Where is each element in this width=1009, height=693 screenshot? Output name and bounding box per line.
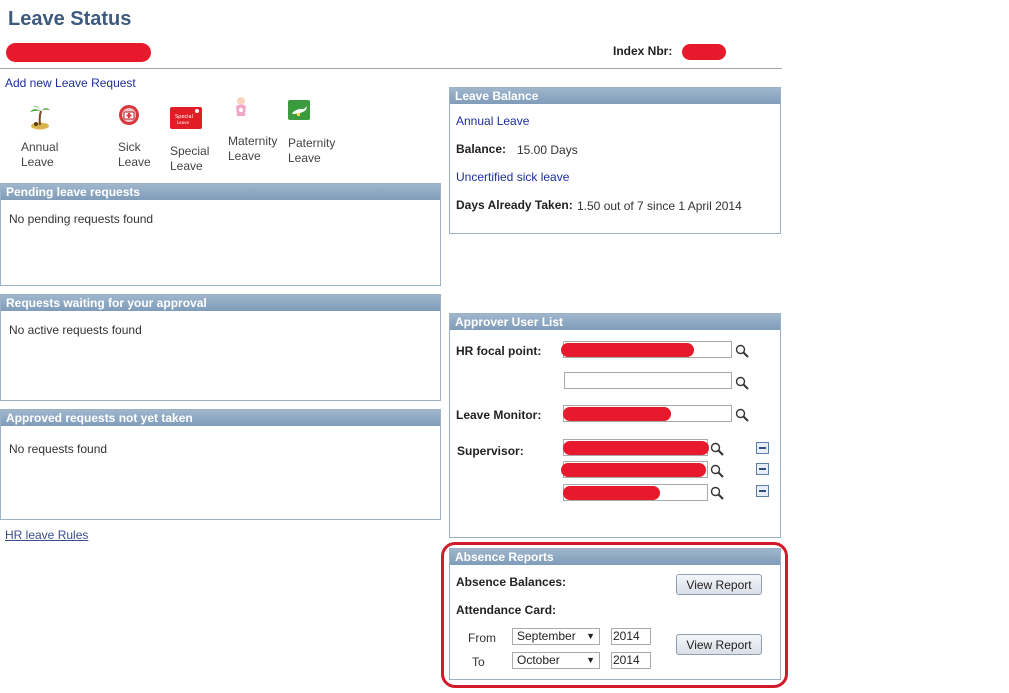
approved-requests-header: Approved requests not yet taken [1, 410, 440, 426]
search-icon[interactable] [735, 408, 749, 422]
supervisor-input-3[interactable] [563, 484, 708, 501]
svg-text:Leave: Leave [177, 120, 189, 125]
special-leave-label: Special Leave [170, 144, 210, 173]
redacted-name [563, 486, 660, 500]
pending-requests-panel: Pending leave requests No pending reques… [0, 183, 441, 286]
attendance-card-label: Attendance Card: [456, 603, 557, 617]
maternity-leave-label: Maternity Leave [228, 134, 278, 163]
search-icon[interactable] [735, 344, 749, 358]
pending-requests-empty: No pending requests found [9, 212, 154, 226]
leave-balance-panel: Leave Balance Annual Leave Balance: 15.0… [449, 87, 781, 234]
leave-balance-header: Leave Balance [450, 88, 780, 104]
annual-leave-label: Annual Leave [21, 140, 59, 169]
index-number-redacted [682, 44, 726, 60]
leave-monitor-label: Leave Monitor: [456, 408, 542, 422]
search-icon[interactable] [735, 376, 749, 390]
first-aid-icon [119, 105, 139, 125]
from-label: From [468, 631, 496, 645]
page-title: Leave Status [8, 8, 132, 30]
leave-type-annual[interactable]: Annual Leave [20, 104, 80, 170]
waiting-approval-header: Requests waiting for your approval [1, 295, 440, 311]
paternity-leave-label: Paternity Leave [288, 136, 336, 165]
days-taken-value: 1.50 out of 7 since 1 April 2014 [577, 199, 742, 213]
to-month-select[interactable]: October ▼ [512, 652, 600, 669]
redacted-name [563, 407, 671, 421]
redacted-name [563, 441, 709, 455]
pending-requests-header: Pending leave requests [1, 184, 440, 200]
index-number-label: Index Nbr: [613, 44, 673, 58]
hr-leave-rules-link[interactable]: HR leave Rules [5, 528, 88, 542]
to-label: To [472, 655, 485, 669]
stork-icon [288, 100, 310, 120]
annual-leave-title: Annual Leave [456, 114, 530, 128]
hr-focal-point-input-2[interactable] [564, 372, 732, 389]
leave-monitor-input[interactable] [563, 405, 732, 422]
absence-reports-panel: Absence Reports Absence Balances: View R… [449, 548, 781, 680]
dropdown-arrow-icon: ▼ [586, 655, 595, 665]
header-divider [0, 68, 782, 69]
dropdown-arrow-icon: ▼ [586, 631, 595, 641]
remove-supervisor-button[interactable] [756, 485, 769, 497]
special-leave-card-icon: Special Leave [170, 107, 202, 129]
search-icon[interactable] [710, 442, 724, 456]
balance-value: 15.00 Days [517, 143, 578, 157]
supervisor-input-2[interactable] [561, 461, 708, 478]
absence-reports-header: Absence Reports [450, 549, 780, 565]
from-month-select[interactable]: September ▼ [512, 628, 600, 645]
palm-island-icon [30, 105, 50, 130]
hr-focal-point-input-1[interactable] [561, 341, 732, 358]
remove-supervisor-button[interactable] [756, 463, 769, 475]
waiting-approval-panel: Requests waiting for your approval No ac… [0, 294, 441, 401]
baby-icon [236, 97, 246, 116]
redacted-name [561, 343, 694, 357]
absence-balances-label: Absence Balances: [456, 575, 567, 589]
approver-list-header: Approver User List [450, 314, 780, 330]
to-year-input[interactable]: 2014 [611, 652, 651, 669]
leave-type-paternity[interactable]: Paternity Leave [287, 100, 347, 166]
supervisor-label: Supervisor: [457, 444, 524, 458]
search-icon[interactable] [710, 464, 724, 478]
from-year-input[interactable]: 2014 [611, 628, 651, 645]
employee-name-redacted [6, 43, 151, 62]
search-icon[interactable] [710, 486, 724, 500]
waiting-approval-empty: No active requests found [9, 323, 142, 337]
leave-type-sick[interactable]: Sick Leave [116, 104, 176, 170]
approver-list-panel: Approver User List HR focal point: Leave… [449, 313, 781, 538]
days-taken-label: Days Already Taken: [456, 198, 573, 212]
approved-requests-panel: Approved requests not yet taken No reque… [0, 409, 441, 520]
view-absence-balances-report-button[interactable]: View Report [676, 574, 762, 595]
redacted-name [561, 463, 706, 477]
balance-label: Balance: [456, 142, 507, 156]
supervisor-input-1[interactable] [563, 439, 709, 456]
remove-supervisor-button[interactable] [756, 442, 769, 454]
sick-leave-label: Sick Leave [118, 140, 151, 169]
uncertified-sick-leave-title: Uncertified sick leave [456, 170, 570, 184]
hr-focal-point-label: HR focal point: [456, 344, 542, 358]
leave-type-special[interactable]: Special Leave Special Leave [169, 104, 229, 174]
add-leave-request-link[interactable]: Add new Leave Request [5, 76, 136, 90]
approved-requests-empty: No requests found [9, 442, 108, 456]
view-attendance-card-report-button[interactable]: View Report [676, 634, 762, 655]
leave-type-maternity[interactable]: Maternity Leave [227, 96, 287, 166]
